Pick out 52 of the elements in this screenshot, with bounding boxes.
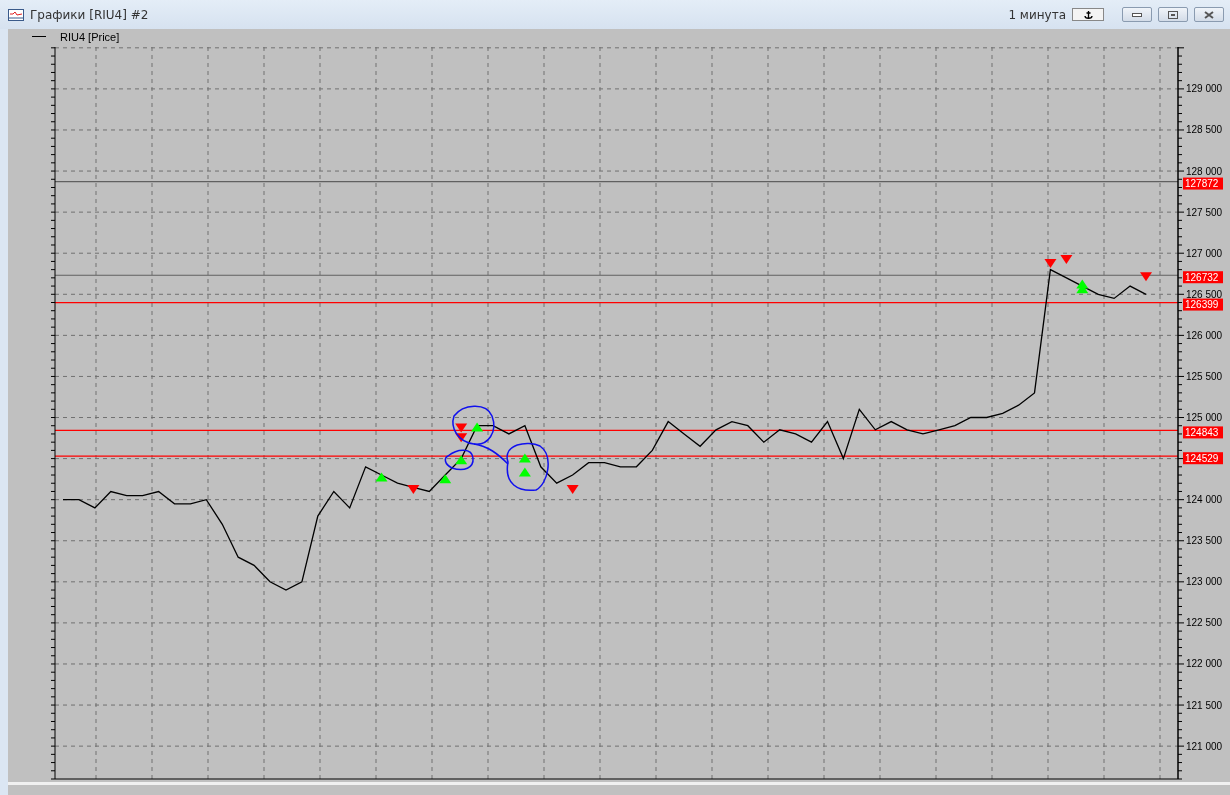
axis-tick-label: 128 000 [1186,165,1223,177]
price-label: 127872 [1183,177,1223,190]
close-button[interactable] [1194,7,1224,22]
maximize-button[interactable] [1158,7,1188,22]
down-triangle-marker [455,433,468,443]
axis-tick-label: 125 500 [1186,370,1223,382]
up-triangle-marker [455,455,468,465]
anchor-icon [1083,9,1093,20]
down-triangle-marker [1140,272,1152,282]
axis-tick-label: 122 500 [1186,617,1223,629]
axis-tick-label: 126 000 [1186,329,1223,341]
up-triangle-marker [375,472,388,482]
axis-tick-label: 127 000 [1186,247,1223,259]
anchor-button[interactable] [1072,8,1104,21]
ref-line-label: 127872 [1185,178,1219,190]
maximize-icon [1168,10,1178,19]
ref-line-label: 124843 [1185,426,1219,438]
minimize-icon [1132,12,1142,17]
price-label: 124843 [1183,426,1223,439]
price-label: 126732 [1183,271,1223,284]
ref-line-label: 126399 [1185,299,1219,311]
ref-line-label: 124529 [1185,452,1219,464]
close-icon [1204,10,1214,19]
minimize-button[interactable] [1122,7,1152,22]
down-triangle-marker [407,485,420,494]
axis-tick-label: 121 500 [1186,699,1223,711]
down-triangle-marker [1044,259,1057,269]
chart-window-icon [8,8,24,21]
axis-tick-label: 125 000 [1186,412,1223,423]
price-label: 124529 [1183,452,1223,465]
axis-tick-label: 123 000 [1186,576,1223,588]
down-triangle-marker [1060,254,1073,264]
axis-tick-label: 129 000 [1186,83,1223,95]
axis-tick-label: 124 000 [1186,494,1223,506]
price-label: 126399 [1183,298,1223,311]
legend-label: RIU4 [Price] [60,30,120,43]
axis-tick-label: 127 500 [1186,206,1223,218]
axis-tick-label: 123 500 [1186,535,1223,547]
axis-tick-label: 128 500 [1186,124,1223,136]
down-triangle-marker [455,423,468,433]
window-title: Графики [RIU4] #2 [30,7,150,22]
axis-tick-label: 121 000 [1186,740,1223,752]
up-triangle-marker [518,453,531,463]
down-triangle-marker [566,485,579,494]
up-triangle-marker [518,467,531,477]
timeframe-label: 1 минута [1008,7,1066,22]
up-triangle-marker [471,422,484,432]
legend-line-icon [32,36,46,37]
axis-tick-label: 126 500 [1186,288,1223,300]
axis-tick-label: 122 000 [1186,658,1223,670]
ref-line-label: 126732 [1185,271,1219,283]
up-triangle-marker [439,474,452,484]
